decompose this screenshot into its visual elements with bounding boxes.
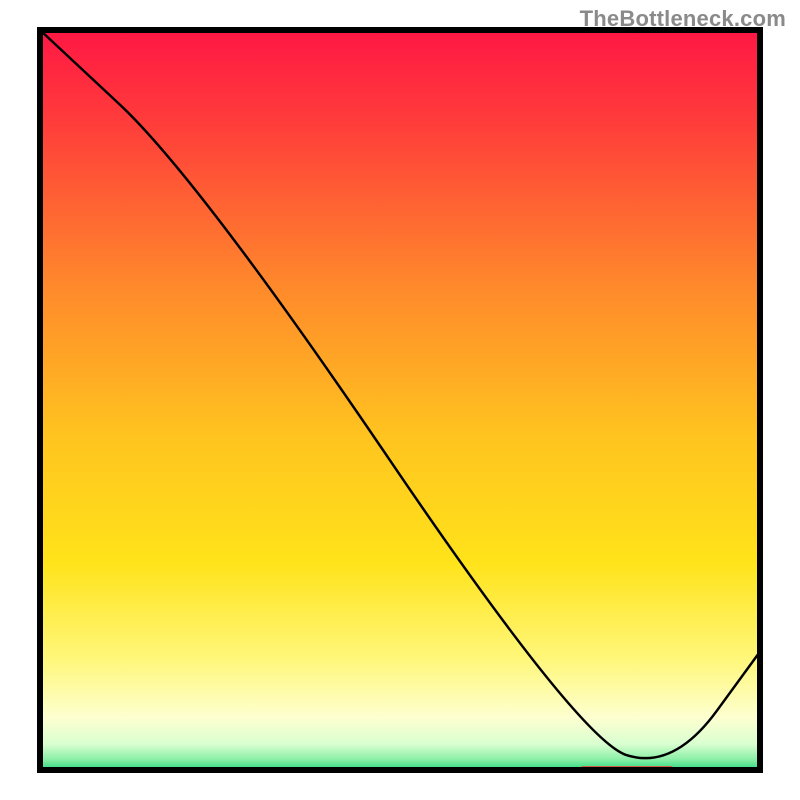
- plot-background: [40, 30, 760, 770]
- attribution-text: TheBottleneck.com: [580, 6, 786, 32]
- chart-svg: [0, 0, 800, 800]
- chart-container: TheBottleneck.com: [0, 0, 800, 800]
